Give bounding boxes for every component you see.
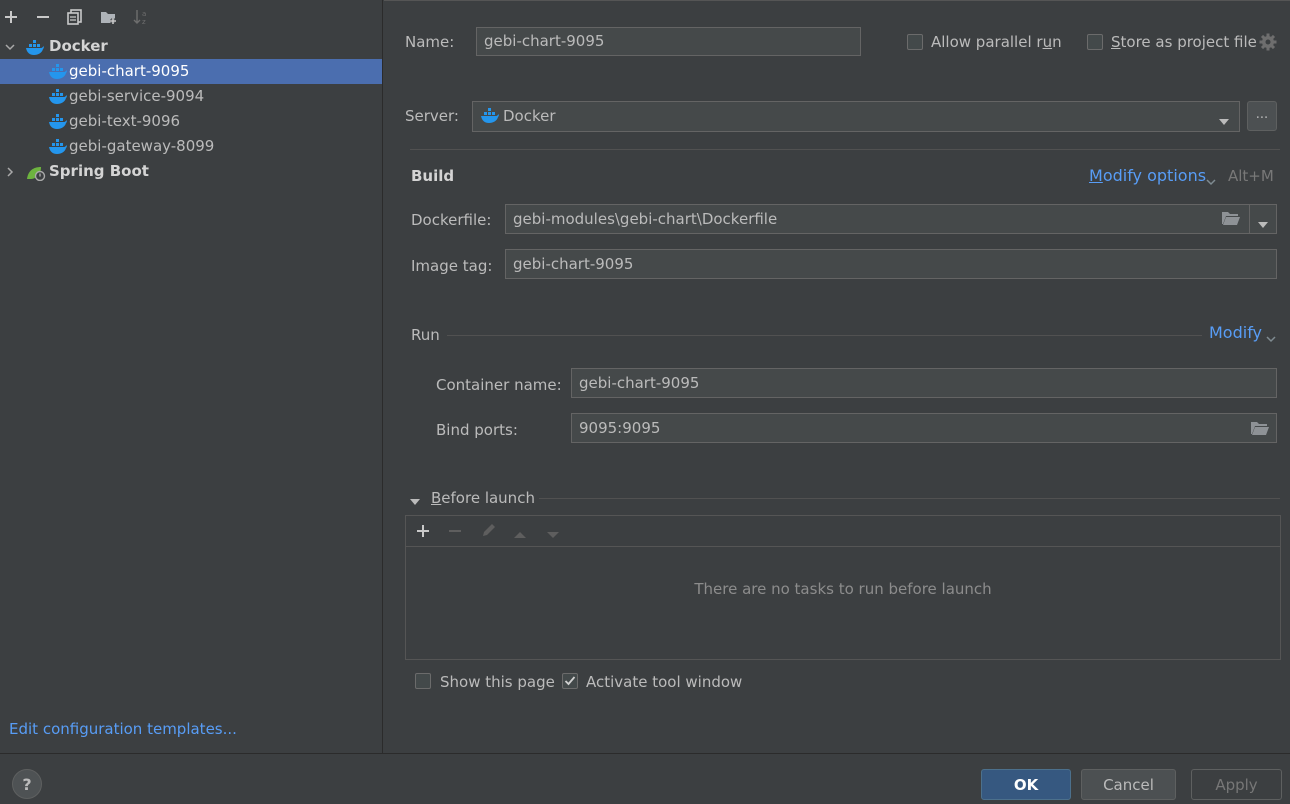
- cancel-button[interactable]: Cancel: [1081, 769, 1176, 800]
- bind-ports-label: Bind ports:: [436, 421, 518, 439]
- chevron-down-icon[interactable]: [1266, 329, 1276, 343]
- add-icon[interactable]: [416, 524, 430, 538]
- dockerfile-label: Dockerfile:: [411, 211, 492, 229]
- ok-button[interactable]: OK: [981, 769, 1071, 800]
- before-launch-toolbar: [406, 516, 1280, 547]
- add-icon[interactable]: [1, 7, 21, 27]
- run-modify-link[interactable]: Modify: [1209, 323, 1262, 343]
- separator: [539, 498, 1280, 499]
- move-up-icon: [513, 526, 527, 538]
- edit-configuration-templates-link[interactable]: Edit configuration templates...: [9, 720, 237, 738]
- tree-node-gebi-text[interactable]: gebi-text-9096: [0, 109, 382, 134]
- docker-container-icon: [49, 89, 67, 105]
- chevron-down-icon[interactable]: [1257, 215, 1269, 228]
- activate-tool-window-checkbox[interactable]: [562, 673, 578, 689]
- allow-parallel-run-checkbox[interactable]: [907, 34, 923, 50]
- edit-icon: [480, 523, 496, 539]
- tree-label-gebi-service: gebi-service-9094: [69, 87, 205, 105]
- container-name-label: Container name:: [436, 376, 562, 394]
- spring-boot-icon: [26, 164, 46, 182]
- server-select-value: Docker: [503, 107, 556, 125]
- svg-text:a: a: [142, 10, 146, 18]
- svg-text:z: z: [142, 18, 146, 26]
- dialog-footer: ? OK Cancel Apply: [0, 753, 1290, 804]
- store-as-project-file-label[interactable]: Store as project file: [1111, 32, 1257, 52]
- sidebar-toolbar: az: [0, 5, 383, 29]
- move-down-icon: [546, 526, 560, 538]
- show-this-page-checkbox[interactable]: [415, 673, 431, 689]
- dockerfile-value: gebi-modules\gebi-chart\Dockerfile: [513, 210, 778, 228]
- container-name-field[interactable]: gebi-chart-9095: [571, 368, 1277, 398]
- run-section-title: Run: [411, 326, 440, 344]
- remove-icon[interactable]: [33, 7, 53, 27]
- docker-container-icon: [49, 139, 67, 155]
- build-section-title: Build: [411, 167, 455, 185]
- docker-icon: [481, 108, 499, 124]
- folder-icon[interactable]: [1250, 420, 1270, 436]
- docker-icon: [26, 39, 44, 55]
- separator: [1249, 205, 1250, 233]
- remove-icon: [448, 524, 462, 538]
- chevron-down-icon[interactable]: [409, 493, 421, 505]
- before-launch-title[interactable]: Before launch: [431, 488, 535, 508]
- bind-ports-field[interactable]: 9095:9095: [571, 413, 1277, 443]
- tree-label-docker: Docker: [49, 37, 108, 55]
- server-label: Server:: [405, 107, 459, 125]
- chevron-down-icon[interactable]: [1218, 112, 1230, 125]
- folder-add-icon[interactable]: [99, 7, 119, 27]
- tree-label-spring-boot: Spring Boot: [49, 162, 149, 180]
- tree-node-gebi-gateway[interactable]: gebi-gateway-8099: [0, 134, 382, 159]
- tree-label-gebi-text: gebi-text-9096: [69, 112, 181, 130]
- tree-label-gebi-gateway: gebi-gateway-8099: [69, 137, 215, 155]
- run-configurations-dialog: az Docker gebi-chart-9095 gebi-service-9…: [0, 0, 1290, 804]
- docker-container-icon: [49, 64, 67, 80]
- tree-label-gebi-chart: gebi-chart-9095: [69, 62, 190, 80]
- image-tag-field[interactable]: gebi-chart-9095: [505, 249, 1277, 279]
- tree-node-gebi-service[interactable]: gebi-service-9094: [0, 84, 382, 109]
- show-this-page-label[interactable]: Show this page: [440, 672, 555, 692]
- modify-options-shortcut: Alt+M: [1228, 167, 1274, 185]
- dockerfile-field[interactable]: gebi-modules\gebi-chart\Dockerfile: [505, 204, 1277, 234]
- tree-node-gebi-chart[interactable]: gebi-chart-9095: [0, 59, 382, 84]
- tree-node-docker[interactable]: Docker: [0, 34, 382, 59]
- gear-icon[interactable]: [1259, 33, 1277, 51]
- tree-node-spring-boot[interactable]: Spring Boot: [0, 159, 382, 184]
- image-tag-label: Image tag:: [411, 257, 493, 275]
- store-as-project-file-checkbox[interactable]: [1087, 34, 1103, 50]
- server-select[interactable]: Docker: [472, 101, 1240, 132]
- apply-button[interactable]: Apply: [1191, 769, 1282, 800]
- chevron-down-icon[interactable]: [3, 34, 17, 59]
- activate-tool-window-label[interactable]: Activate tool window: [586, 672, 742, 692]
- configurations-tree: Docker gebi-chart-9095 gebi-service-9094…: [0, 34, 382, 184]
- folder-icon[interactable]: [1221, 210, 1241, 226]
- bind-ports-value: 9095:9095: [579, 419, 661, 437]
- help-button[interactable]: ?: [12, 769, 42, 799]
- name-field[interactable]: gebi-chart-9095: [476, 27, 861, 56]
- chevron-right-icon[interactable]: [3, 159, 17, 184]
- checkmark-icon: [564, 676, 576, 686]
- copy-icon[interactable]: [65, 7, 85, 27]
- server-browse-button[interactable]: ...: [1247, 101, 1277, 131]
- configurations-sidebar: az Docker gebi-chart-9095 gebi-service-9…: [0, 0, 383, 753]
- separator: [410, 149, 1280, 150]
- modify-options-link[interactable]: Modify options: [1089, 166, 1206, 186]
- separator: [447, 335, 1202, 336]
- before-launch-panel: There are no tasks to run before launch: [405, 515, 1281, 660]
- allow-parallel-run-label[interactable]: Allow parallel run: [931, 32, 1062, 52]
- before-launch-empty-text: There are no tasks to run before launch: [694, 580, 992, 598]
- name-label: Name:: [405, 33, 455, 51]
- chevron-down-icon[interactable]: [1206, 172, 1216, 186]
- sort-icon: az: [131, 7, 151, 27]
- docker-container-icon: [49, 114, 67, 130]
